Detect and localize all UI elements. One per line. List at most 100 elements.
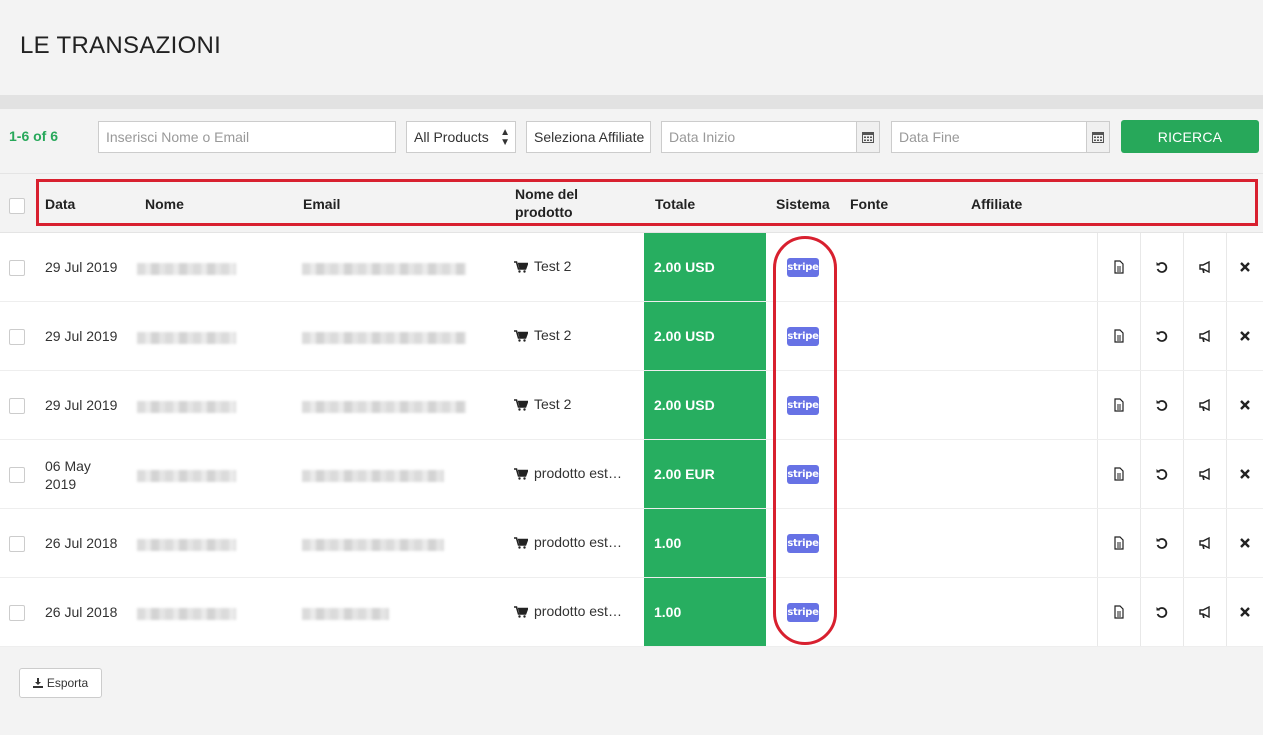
notify-affiliate-button[interactable] [1183,302,1226,370]
row-checkbox[interactable] [9,398,25,414]
notify-affiliate-button[interactable] [1183,578,1226,646]
cart-icon [514,606,528,618]
row-product[interactable]: Test 2 [534,396,571,412]
notify-affiliate-button[interactable] [1183,233,1226,301]
row-product[interactable]: prodotto est… [534,534,622,550]
redacted-email [302,608,389,620]
invoice-button[interactable] [1097,509,1140,577]
header-divider [0,95,1263,109]
document-icon [1114,536,1124,550]
delete-button[interactable] [1226,440,1263,508]
refund-icon [1156,262,1168,273]
row-checkbox[interactable] [9,329,25,345]
invoice-button[interactable] [1097,578,1140,646]
start-date-input[interactable]: Data Inizio [661,121,857,153]
row-checkbox[interactable] [9,467,25,483]
table-row[interactable]: 26 Jul 2018 prodotto est… 1.00 stripe [0,578,1263,647]
table-row[interactable]: 29 Jul 2019 Test 2 2.00 USD stripe [0,233,1263,302]
end-date-calendar-button[interactable] [1086,121,1110,153]
invoice-button[interactable] [1097,233,1140,301]
table-row[interactable]: 06 May 2019 prodotto est… 2.00 EUR strip… [0,440,1263,509]
refund-button[interactable] [1140,233,1183,301]
table-row[interactable]: 29 Jul 2019 Test 2 2.00 USD stripe [0,371,1263,440]
row-product[interactable]: prodotto est… [534,603,622,619]
row-product[interactable]: Test 2 [534,258,571,274]
refund-icon [1156,607,1168,618]
search-input[interactable]: Inserisci Nome o Email [98,121,396,153]
redacted-name [137,539,236,551]
cart-icon [514,330,528,342]
notify-affiliate-button[interactable] [1183,440,1226,508]
row-date: 29 Jul 2019 [45,327,117,345]
redacted-name [137,608,236,620]
megaphone-icon [1199,398,1210,412]
start-date-calendar-button[interactable] [856,121,880,153]
notify-affiliate-button[interactable] [1183,371,1226,439]
row-total: 1.00 [644,509,766,577]
refund-button[interactable] [1140,302,1183,370]
cart-icon [514,468,528,480]
row-total: 2.00 USD [644,233,766,301]
close-icon [1240,331,1250,341]
delete-button[interactable] [1226,371,1263,439]
row-date: 06 May 2019 [45,457,91,493]
result-count: 1-6 of 6 [9,128,59,144]
header-annotation-rectangle [36,179,1258,226]
redacted-email [302,470,444,482]
row-date: 26 Jul 2018 [45,603,117,621]
row-date: 29 Jul 2019 [45,396,117,414]
calendar-icon [1092,132,1104,143]
row-total: 2.00 USD [644,371,766,439]
system-column-annotation-oval [773,236,837,645]
table-row[interactable]: 26 Jul 2018 prodotto est… 1.00 stripe [0,509,1263,578]
close-icon [1240,469,1250,479]
row-checkbox[interactable] [9,605,25,621]
document-icon [1114,329,1124,343]
refund-icon [1156,538,1168,549]
megaphone-icon [1199,329,1210,343]
refund-button[interactable] [1140,578,1183,646]
export-label: Esporta [46,676,89,690]
refund-button[interactable] [1140,440,1183,508]
page-title: LE TRANSAZIONI [20,32,222,59]
invoice-button[interactable] [1097,440,1140,508]
row-total: 2.00 EUR [644,440,766,508]
close-icon [1240,538,1250,548]
table-header: Data Nome Email Nome del prodotto Totale… [0,173,1263,233]
refund-icon [1156,469,1168,480]
refund-button[interactable] [1140,371,1183,439]
table-row[interactable]: 29 Jul 2019 Test 2 2.00 USD stripe [0,302,1263,371]
row-total: 2.00 USD [644,302,766,370]
refund-button[interactable] [1140,509,1183,577]
search-button[interactable]: RICERCA [1121,120,1259,153]
row-date-line1: 29 Jul 2019 [45,259,118,275]
download-icon [32,678,43,688]
notify-affiliate-button[interactable] [1183,509,1226,577]
row-date-line1: 26 Jul 2018 [45,604,118,620]
row-checkbox[interactable] [9,260,25,276]
redacted-name [137,263,236,275]
select-all-checkbox[interactable] [9,198,25,214]
products-select[interactable]: All Products ▲ ▼ [406,121,516,153]
row-date: 26 Jul 2018 [45,534,117,552]
row-total: 1.00 [644,578,766,646]
invoice-button[interactable] [1097,302,1140,370]
affiliate-select[interactable]: Seleziona Affiliate [526,121,651,153]
row-date-line1: 06 May [45,458,91,474]
delete-button[interactable] [1226,302,1263,370]
row-checkbox[interactable] [9,536,25,552]
transactions-table: Data Nome Email Nome del prodotto Totale… [0,173,1263,647]
affiliate-select-value: Seleziona Affiliate [534,129,645,145]
invoice-button[interactable] [1097,371,1140,439]
row-product[interactable]: prodotto est… [534,465,622,481]
delete-button[interactable] [1226,509,1263,577]
export-button[interactable]: Esporta [19,668,102,698]
delete-button[interactable] [1226,578,1263,646]
products-select-value: All Products [414,129,489,145]
delete-button[interactable] [1226,233,1263,301]
row-date-line1: 26 Jul 2018 [45,535,118,551]
row-product[interactable]: Test 2 [534,327,571,343]
document-icon [1114,467,1124,481]
cart-icon [514,261,528,273]
end-date-input[interactable]: Data Fine [891,121,1087,153]
